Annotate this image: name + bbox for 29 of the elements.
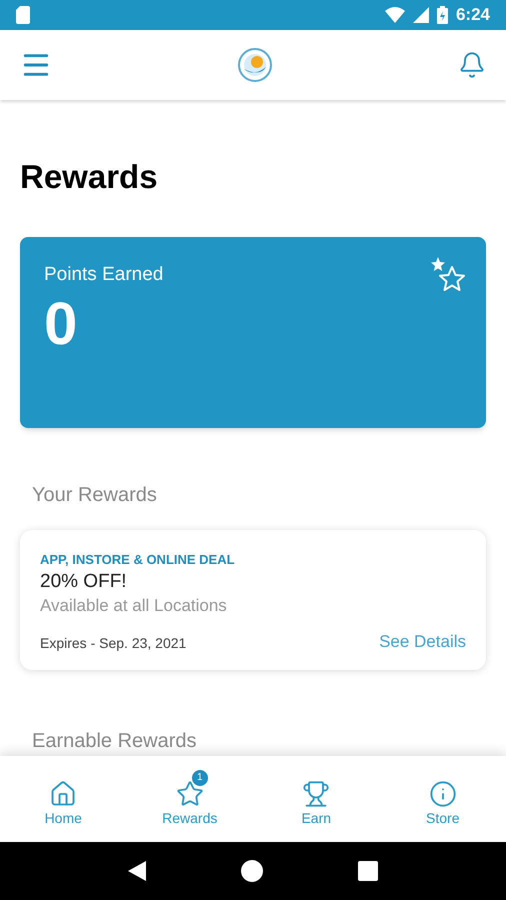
- nav-tab[interactable]: Store: [398, 770, 488, 828]
- reward-category: APP, INSTORE & ONLINE DEAL: [40, 551, 236, 569]
- page-title: Rewards: [20, 157, 159, 197]
- back-icon[interactable]: [128, 861, 146, 881]
- nav-tab[interactable]: 1 Rewards: [144, 770, 235, 828]
- status-time: 6:24: [456, 4, 490, 26]
- battery-icon: [436, 6, 448, 24]
- notifications-button[interactable]: [458, 51, 486, 79]
- recents-icon[interactable]: [358, 861, 378, 881]
- info-icon: [428, 780, 457, 808]
- nav-tab[interactable]: Earn: [271, 770, 362, 828]
- nav-tab[interactable]: Home: [18, 770, 108, 828]
- points-value: 0: [44, 294, 78, 354]
- reward-subtitle: Available at all Locations: [40, 595, 228, 616]
- points-label: Points Earned: [44, 263, 164, 288]
- home-icon: [49, 780, 78, 808]
- trophy-icon: [302, 780, 330, 808]
- wifi-icon: [384, 7, 405, 23]
- home-circle-icon[interactable]: [240, 860, 263, 882]
- section-heading: Earnable Rewards: [32, 729, 198, 754]
- sim-card-icon: [16, 6, 30, 24]
- expiry-date: Expires - Sep. 23, 2021: [40, 634, 186, 653]
- see-details-link[interactable]: See Details: [379, 628, 466, 654]
- reward-title: 20% OFF!: [40, 570, 128, 594]
- signal-icon: [412, 7, 429, 23]
- notification-badge: 1: [192, 770, 208, 786]
- reward-card[interactable]: APP, INSTORE & ONLINE DEAL 20% OFF! Available at all Locations Expires - Sep. 23, 2021 See Details: [20, 530, 486, 670]
- section-heading: Your Rewards: [32, 483, 158, 508]
- star-icon: [176, 780, 204, 808]
